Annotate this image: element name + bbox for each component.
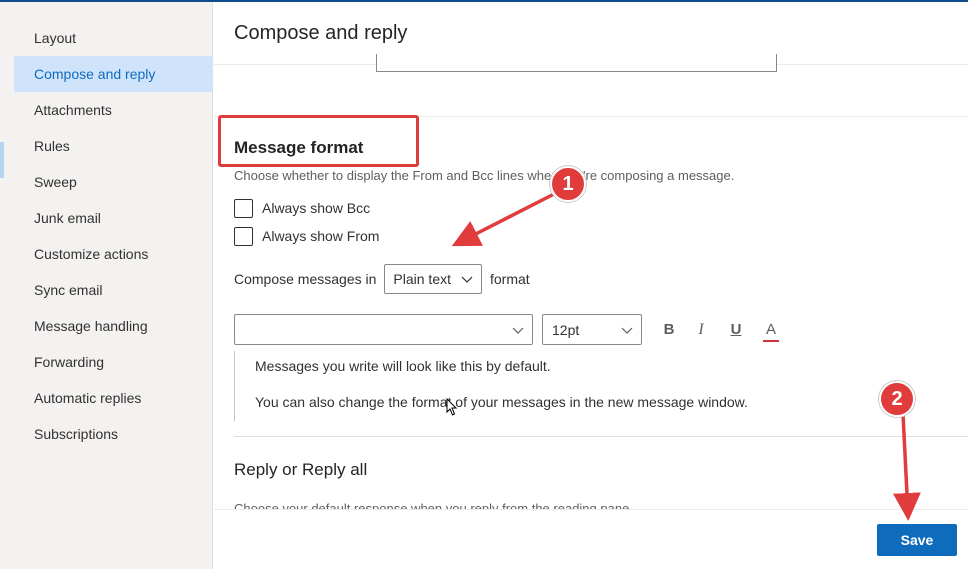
always-show-bcc-row[interactable]: Always show Bcc bbox=[234, 198, 370, 218]
compose-format-suffix: format bbox=[490, 271, 530, 287]
format-preview: Messages you write will look like this b… bbox=[234, 351, 968, 421]
sidebar-item-customize-actions[interactable]: Customize actions bbox=[14, 236, 213, 272]
annotation-badge-2: 2 bbox=[879, 381, 915, 417]
bold-button[interactable]: B bbox=[659, 320, 679, 340]
settings-sidebar: Layout Compose and reply Attachments Rul… bbox=[0, 2, 213, 569]
font-color-letter: A bbox=[765, 321, 776, 338]
sidebar-item-sweep[interactable]: Sweep bbox=[14, 164, 213, 200]
sidebar-item-junk-email[interactable]: Junk email bbox=[14, 200, 213, 236]
italic-button[interactable]: I bbox=[691, 320, 711, 340]
font-family-dropdown[interactable] bbox=[234, 314, 533, 345]
compose-format-row: Compose messages in Plain text format bbox=[234, 264, 530, 294]
font-size-value: 12pt bbox=[552, 322, 580, 338]
partial-input-field[interactable] bbox=[376, 54, 777, 72]
sidebar-item-sync-email[interactable]: Sync email bbox=[14, 272, 213, 308]
sidebar-item-attachments[interactable]: Attachments bbox=[14, 92, 213, 128]
always-show-from-checkbox[interactable] bbox=[234, 226, 253, 246]
preview-line-1: Messages you write will look like this b… bbox=[255, 358, 551, 374]
sidebar-item-forwarding[interactable]: Forwarding bbox=[14, 344, 213, 380]
sidebar-item-automatic-replies[interactable]: Automatic replies bbox=[14, 380, 213, 416]
underline-button[interactable]: U bbox=[726, 320, 746, 340]
sidebar-item-rules[interactable]: Rules bbox=[14, 128, 213, 164]
font-color-button[interactable]: A bbox=[761, 320, 781, 342]
chevron-down-icon bbox=[512, 327, 524, 334]
sidebar-item-subscriptions[interactable]: Subscriptions bbox=[14, 416, 213, 452]
sidebar-item-message-handling[interactable]: Message handling bbox=[14, 308, 213, 344]
always-show-bcc-label: Always show Bcc bbox=[262, 200, 371, 216]
compose-format-prefix: Compose messages in bbox=[234, 271, 377, 287]
reply-section-heading: Reply or Reply all bbox=[234, 460, 368, 479]
chevron-down-icon bbox=[621, 327, 633, 334]
compose-format-dropdown[interactable]: Plain text bbox=[384, 264, 482, 294]
settings-footer bbox=[214, 509, 968, 569]
compose-format-value: Plain text bbox=[393, 271, 451, 287]
always-show-bcc-checkbox[interactable] bbox=[234, 198, 253, 218]
annotation-badge-1: 1 bbox=[550, 166, 586, 202]
mouse-cursor-icon bbox=[446, 398, 458, 416]
font-size-dropdown[interactable]: 12pt bbox=[542, 314, 642, 345]
save-button[interactable]: Save bbox=[877, 524, 957, 556]
always-show-from-row[interactable]: Always show From bbox=[234, 226, 379, 246]
annotation-highlight-box bbox=[218, 115, 419, 167]
sidebar-scroll-indicator bbox=[0, 142, 4, 178]
always-show-from-label: Always show From bbox=[262, 228, 380, 244]
font-color-swatch bbox=[763, 340, 779, 342]
section-divider bbox=[234, 436, 968, 437]
sidebar-item-compose-and-reply[interactable]: Compose and reply bbox=[14, 56, 213, 92]
page-title: Compose and reply bbox=[234, 22, 408, 44]
chevron-down-icon bbox=[461, 276, 473, 283]
settings-main-panel: Compose and reply Message format Choose … bbox=[214, 2, 968, 569]
preview-line-2: You can also change the format of your m… bbox=[255, 394, 748, 410]
message-format-description: Choose whether to display the From and B… bbox=[234, 168, 735, 183]
sidebar-item-layout[interactable]: Layout bbox=[14, 20, 213, 56]
